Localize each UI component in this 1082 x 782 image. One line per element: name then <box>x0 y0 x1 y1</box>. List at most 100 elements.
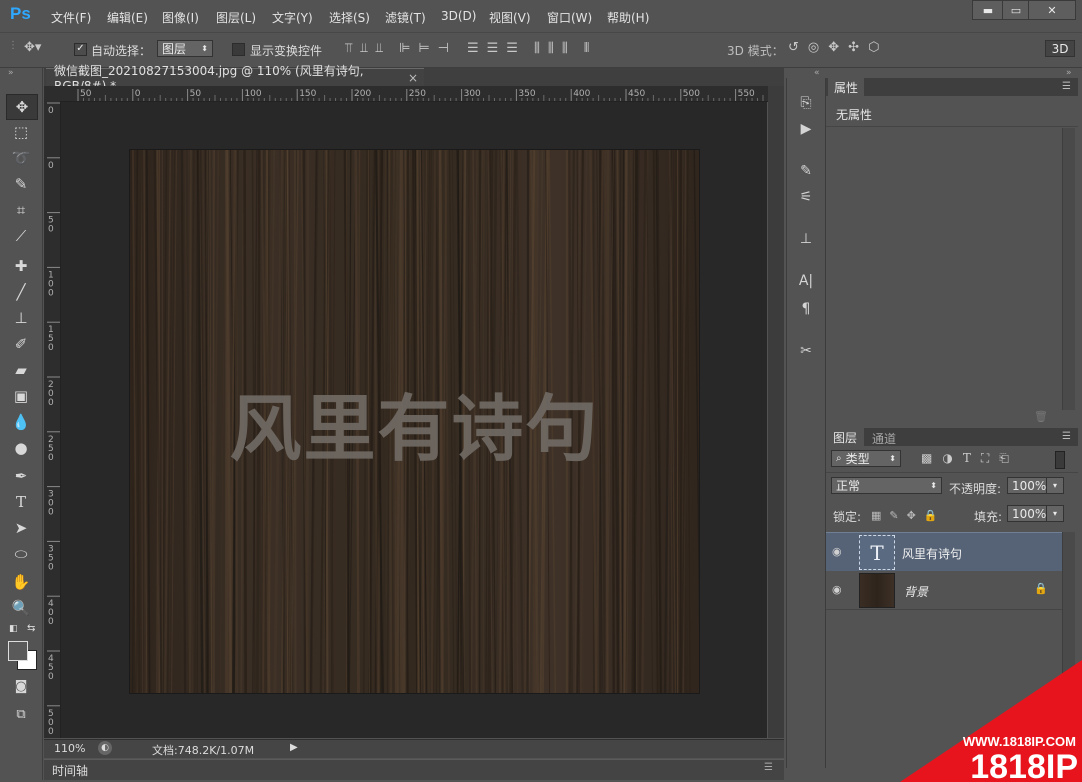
menu-help[interactable]: 帮助(H) <box>607 9 649 26</box>
distribute-top-icon[interactable]: ☰ <box>467 41 479 56</box>
layer-name[interactable]: 风里有诗句 <box>902 545 962 562</box>
lock-pixels-icon[interactable]: ✎ <box>889 509 898 522</box>
distribute-vcenter-icon[interactable]: ☰ <box>487 41 499 56</box>
menu-file[interactable]: 文件(F) <box>51 9 91 26</box>
blend-mode-dropdown[interactable]: 正常 ⬍ <box>831 477 942 494</box>
properties-tab[interactable]: 属性 <box>828 78 864 96</box>
horizontal-ruler[interactable]: 50 0 50 100 150 200 250 300 350 400 450 500 550 <box>60 86 768 102</box>
fill-dropdown-icon[interactable]: ▾ <box>1046 505 1064 522</box>
quick-select-tool-icon[interactable]: ✎ <box>6 172 36 196</box>
collapse-tools-icon[interactable]: » <box>8 68 14 78</box>
3d-pan-icon[interactable]: ✥ <box>828 40 839 55</box>
3d-scale-icon[interactable]: ⬡ <box>868 40 879 55</box>
distribute-left-icon[interactable]: ⫼ <box>534 41 540 56</box>
workspace-3d-button[interactable]: 3D <box>1045 40 1075 57</box>
panel-menu-icon[interactable]: ☰ <box>764 762 773 773</box>
shape-tool-icon[interactable]: ⬭ <box>6 542 36 566</box>
fill-input[interactable]: 100% <box>1007 505 1047 522</box>
lock-all-icon[interactable]: 🔒 <box>924 509 938 522</box>
document-canvas[interactable]: 风里有诗句 <box>130 150 699 693</box>
move-tool-icon[interactable]: ✥ <box>6 94 38 120</box>
vertical-ruler[interactable]: 0050100150200250300350400450500 <box>44 101 61 738</box>
gradient-tool-icon[interactable]: ▣ <box>6 384 36 408</box>
opacity-input[interactable]: 100% <box>1007 477 1047 494</box>
quick-mask-icon[interactable]: ◙ <box>6 674 36 698</box>
layer-filter-dropdown[interactable]: ⌕ 类型 ⬍ <box>831 450 901 467</box>
brushes-panel-icon[interactable]: ✎ <box>793 160 819 182</box>
3d-slide-icon[interactable]: ✣ <box>848 40 859 55</box>
lock-transparency-icon[interactable]: ▦ <box>871 509 881 522</box>
actions-panel-icon[interactable]: ▶ <box>793 118 819 140</box>
show-transform-checkbox[interactable] <box>232 43 245 56</box>
eraser-tool-icon[interactable]: ▰ <box>6 358 36 382</box>
document-scrollbar[interactable] <box>768 86 784 738</box>
marquee-tool-icon[interactable]: ⬚ <box>6 120 36 144</box>
default-colors-icon[interactable]: ◧ <box>9 624 18 634</box>
clone-stamp-tool-icon[interactable]: ⊥ <box>6 306 36 330</box>
type-tool-icon[interactable]: T <box>6 490 36 514</box>
layer-row[interactable]: ◉ T 风里有诗句 <box>826 532 1062 572</box>
canvas-text-layer[interactable]: 风里有诗句 <box>130 370 699 475</box>
channels-tab[interactable]: 通道 <box>872 430 896 447</box>
menu-type[interactable]: 文字(Y) <box>272 9 313 26</box>
lasso-tool-icon[interactable]: ➰ <box>6 146 36 170</box>
screen-mode-icon[interactable]: ⧉ <box>6 702 36 726</box>
layer-row[interactable]: ◉ 背景 🔒 <box>826 571 1062 610</box>
minimize-button[interactable]: ▬ <box>972 0 1004 20</box>
align-hcenter-icon[interactable]: ⊨ <box>418 41 429 56</box>
visibility-eye-icon[interactable]: ◉ <box>832 545 848 559</box>
distribute-bottom-icon[interactable]: ☰ <box>506 41 518 56</box>
hand-tool-icon[interactable]: ✋ <box>6 570 36 594</box>
auto-select-target-dropdown[interactable]: 图层 ⬍ <box>157 40 213 57</box>
status-menu-arrow-icon[interactable]: ▶ <box>290 742 298 753</box>
path-select-tool-icon[interactable]: ➤ <box>6 516 36 540</box>
menu-image[interactable]: 图像(I) <box>162 9 199 26</box>
zoom-level[interactable]: 110% <box>54 742 85 755</box>
clone-source-icon[interactable]: ⊥ <box>793 228 819 250</box>
document-tab[interactable]: 微信截图_20210827153004.jpg @ 110% (风里有诗句, R… <box>46 64 424 93</box>
collapse-panels-icon[interactable]: » <box>1066 68 1072 78</box>
healing-brush-tool-icon[interactable]: ✚ <box>6 254 36 278</box>
move-tool-preset-icon[interactable]: ✥▾ <box>24 40 41 55</box>
filter-smart-object-icon[interactable]: ⎗ <box>999 451 1009 466</box>
timeline-tab[interactable]: 时间轴 <box>52 762 88 779</box>
close-window-button[interactable]: ✕ <box>1028 0 1076 20</box>
3d-roll-icon[interactable]: ◎ <box>808 40 819 55</box>
filter-toggle[interactable] <box>1055 451 1065 469</box>
character-panel-icon[interactable]: A| <box>793 270 819 292</box>
share-icon[interactable]: ◐ <box>98 741 112 755</box>
menu-edit[interactable]: 编辑(E) <box>107 9 148 26</box>
menu-3d[interactable]: 3D(D) <box>441 9 476 23</box>
align-top-icon[interactable]: ⫪ <box>345 41 352 56</box>
menu-filter[interactable]: 滤镜(T) <box>385 9 426 26</box>
filter-type-icon[interactable]: T <box>963 451 971 466</box>
lock-position-icon[interactable]: ✥ <box>907 509 916 522</box>
align-bottom-icon[interactable]: ⫫ <box>376 41 383 56</box>
history-panel-icon[interactable]: ⎘ <box>793 92 819 114</box>
menu-select[interactable]: 选择(S) <box>329 9 370 26</box>
align-left-icon[interactable]: ⊫ <box>399 41 410 56</box>
brush-tool-icon[interactable]: ╱ <box>6 280 36 304</box>
menu-layer[interactable]: 图层(L) <box>216 9 256 26</box>
crop-tool-icon[interactable]: ⌗ <box>6 198 36 222</box>
menu-window[interactable]: 窗口(W) <box>547 9 592 26</box>
paragraph-panel-icon[interactable]: ¶ <box>793 298 819 320</box>
distribute-right-icon[interactable]: ⫼ <box>562 41 568 56</box>
properties-scrollbar[interactable] <box>1062 128 1075 410</box>
pen-tool-icon[interactable]: ✒ <box>6 464 36 488</box>
align-vcenter-icon[interactable]: ⫫ <box>360 41 367 56</box>
trash-icon[interactable]: 🗑 <box>1034 410 1048 423</box>
layers-menu-icon[interactable]: ☰ <box>1062 431 1071 442</box>
3d-rotate-icon[interactable]: ↺ <box>788 40 799 55</box>
zoom-tool-icon[interactable]: 🔍 <box>6 596 36 620</box>
visibility-eye-icon[interactable]: ◉ <box>832 583 848 597</box>
align-right-icon[interactable]: ⊣ <box>438 41 449 56</box>
filter-shape-icon[interactable]: ⛶ <box>981 451 989 466</box>
filter-pixel-icon[interactable]: ▩ <box>921 451 932 466</box>
eyedropper-tool-icon[interactable]: ⟋ <box>6 224 36 248</box>
collapse-dock-icon[interactable]: « <box>814 68 820 78</box>
layers-tab[interactable]: 图层 <box>826 428 864 446</box>
filter-adjustment-icon[interactable]: ◑ <box>942 451 952 466</box>
layer-name[interactable]: 背景 <box>904 583 928 600</box>
history-brush-tool-icon[interactable]: ✐ <box>6 332 36 356</box>
